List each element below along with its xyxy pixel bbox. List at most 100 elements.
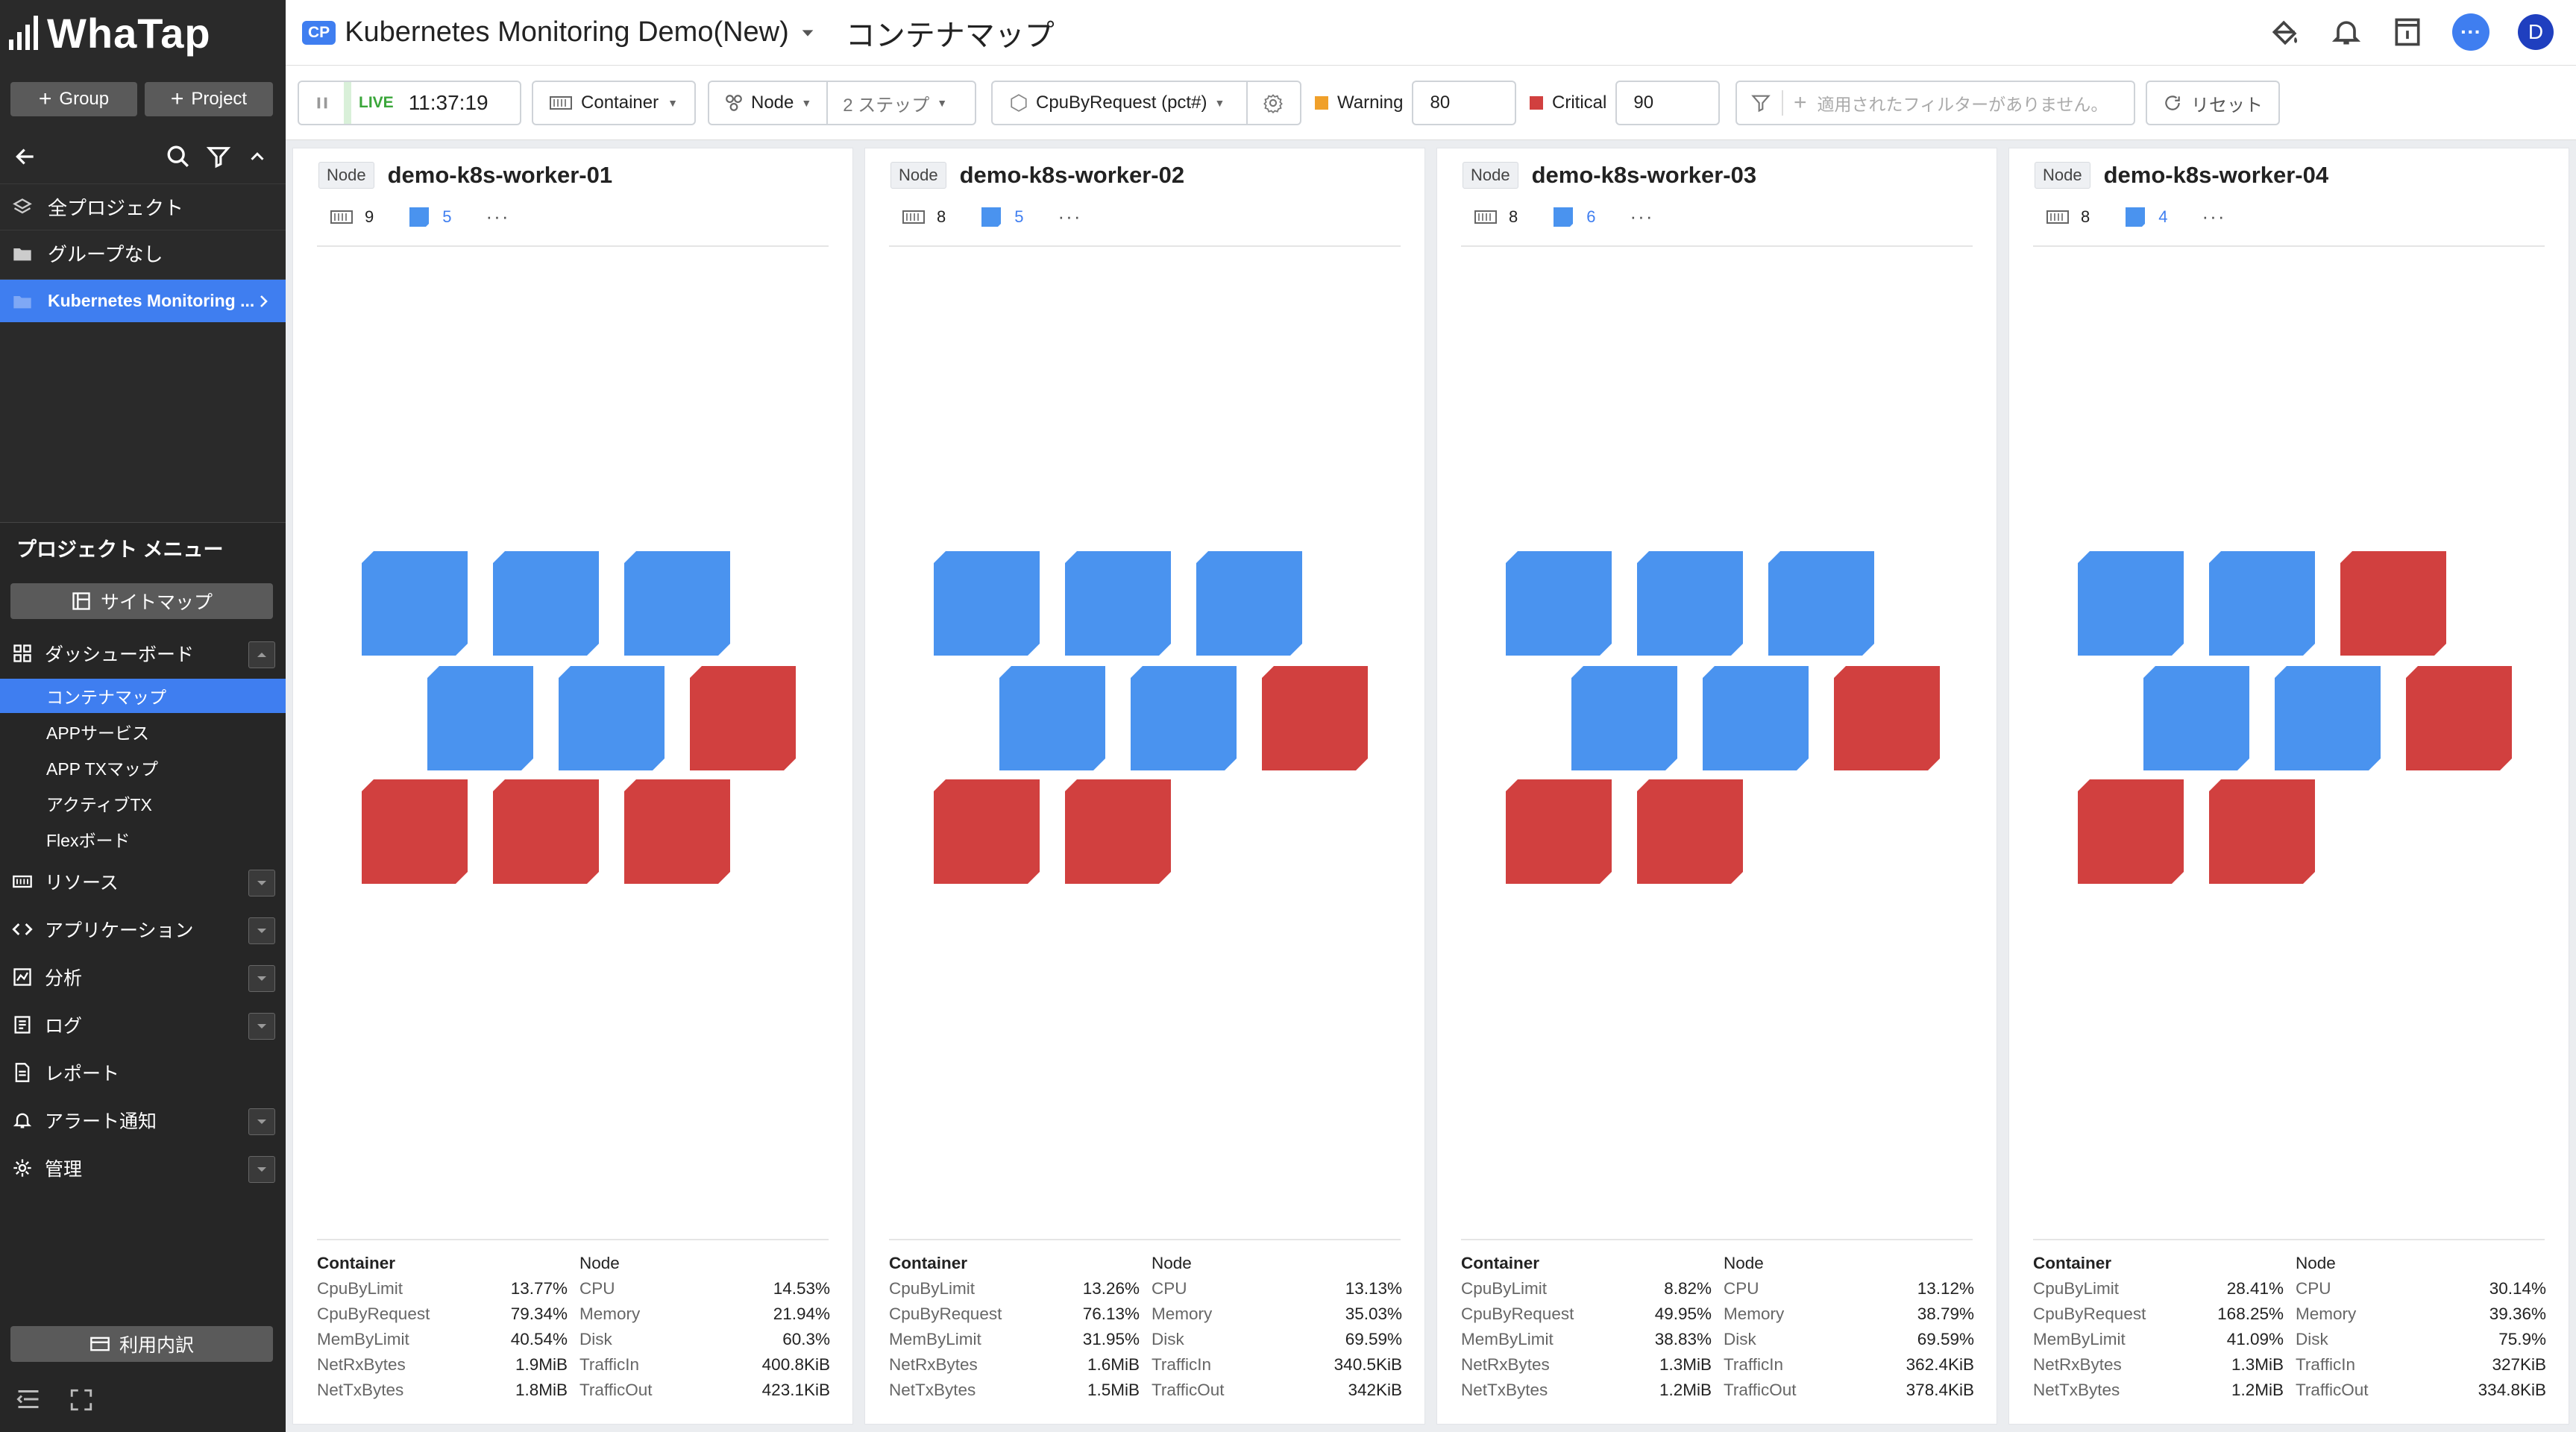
project-item-all[interactable]: 全プロジェクト — [0, 183, 286, 230]
container-cell-normal[interactable] — [1703, 666, 1809, 770]
container-cell-normal[interactable] — [1571, 666, 1677, 770]
container-cell-normal[interactable] — [1637, 551, 1743, 656]
container-cell-normal[interactable] — [1768, 551, 1874, 656]
avatar[interactable]: D — [2518, 14, 2554, 50]
container-cell-critical[interactable] — [934, 779, 1040, 884]
menu-application[interactable]: アプリケーション — [0, 908, 286, 950]
container-cell-critical[interactable] — [1065, 779, 1171, 884]
more-icon[interactable]: ··· — [1058, 205, 1082, 228]
menu-resources[interactable]: リソース — [0, 861, 286, 902]
container-cell-critical[interactable] — [362, 779, 468, 884]
metric-select[interactable]: CpuByRequest (pct#) ▼ — [993, 82, 1246, 124]
chevron-down-icon[interactable] — [248, 1156, 275, 1183]
menu-settings[interactable]: 管理 — [0, 1147, 286, 1189]
container-cell-normal[interactable] — [2143, 666, 2249, 770]
critical-label: Critical — [1552, 92, 1607, 113]
menu-analysis[interactable]: 分析 — [0, 956, 286, 998]
sub-item-app-service[interactable]: APPサービス — [0, 715, 286, 749]
container-cell-normal[interactable] — [2209, 551, 2315, 656]
container-cell-critical[interactable] — [1637, 779, 1743, 884]
container-cell-critical[interactable] — [2209, 779, 2315, 884]
container-cell-critical[interactable] — [1834, 666, 1940, 770]
chevron-down-icon[interactable] — [248, 1108, 275, 1135]
filter-placeholder: 適用されたフィルターがありません。 — [1817, 95, 2108, 114]
sub-item-app-tx-map[interactable]: APP TXマップ — [0, 750, 286, 785]
menu-log[interactable]: ログ — [0, 1004, 286, 1046]
sitemap-button[interactable]: サイトマップ — [10, 583, 273, 619]
chevron-down-icon[interactable] — [248, 1013, 275, 1040]
container-cell-critical[interactable] — [493, 779, 599, 884]
sub-item-flex-board[interactable]: Flexボード — [0, 822, 286, 856]
fullscreen-icon[interactable] — [69, 1387, 94, 1413]
container-cell-normal[interactable] — [493, 551, 599, 656]
menu-report[interactable]: レポート — [0, 1052, 286, 1093]
container-cell-normal[interactable] — [427, 666, 533, 770]
container-cell-critical[interactable] — [2340, 551, 2446, 656]
container-cell-normal[interactable] — [559, 666, 665, 770]
container-cell-normal[interactable] — [2078, 551, 2184, 656]
chevron-down-icon[interactable] — [248, 965, 275, 992]
sub-item-active-tx[interactable]: アクティブTX — [0, 786, 286, 820]
collapse-menu-icon[interactable] — [15, 1386, 42, 1413]
sub-item-container-map[interactable]: コンテナマップ — [0, 679, 286, 713]
chevron-up-icon[interactable] — [248, 641, 275, 668]
chevron-down-icon[interactable] — [248, 917, 275, 944]
container-cell-normal[interactable] — [1506, 551, 1612, 656]
node-name[interactable]: demo-k8s-worker-02 — [960, 162, 1185, 189]
node-select[interactable]: Node ▼ — [709, 82, 826, 124]
container-cell-normal[interactable] — [2275, 666, 2381, 770]
project-selector[interactable]: Kubernetes Monitoring Demo(New) — [345, 16, 789, 48]
menu-alert[interactable]: アラート通知 — [0, 1099, 286, 1141]
caret-down-icon[interactable] — [799, 25, 816, 41]
container-cell-normal[interactable] — [999, 666, 1105, 770]
chevron-up-icon[interactable] — [246, 145, 268, 168]
usage-button[interactable]: 利用内訳 — [10, 1326, 273, 1362]
whatap-logo[interactable]: WhaTap — [9, 6, 211, 60]
gear-icon[interactable] — [1263, 92, 1284, 113]
filter-box[interactable]: + 適用されたフィルターがありません。 — [1735, 81, 2135, 125]
node-name[interactable]: demo-k8s-worker-01 — [388, 162, 613, 189]
node-name[interactable]: demo-k8s-worker-04 — [2104, 162, 2329, 189]
back-arrow-icon[interactable] — [13, 145, 37, 169]
host-icon — [2046, 210, 2069, 224]
container-cell-normal[interactable] — [624, 551, 730, 656]
more-icon[interactable]: ··· — [1630, 205, 1654, 228]
container-cell-normal[interactable] — [362, 551, 468, 656]
pause-icon[interactable] — [314, 93, 330, 113]
menu-dashboard[interactable]: ダッシューボード — [0, 632, 286, 674]
filter-icon[interactable] — [206, 144, 231, 169]
reset-button[interactable]: リセット — [2146, 81, 2280, 125]
node-card[interactable]: Node demo-k8s-worker-03 8 6 ··· Container Node… — [1436, 148, 1997, 1425]
node-card[interactable]: Node demo-k8s-worker-02 8 5 ··· Container Node… — [864, 148, 1425, 1425]
critical-input[interactable]: 90 — [1615, 81, 1721, 125]
node-card[interactable]: Node demo-k8s-worker-01 9 5 ··· Container Node… — [292, 148, 853, 1425]
chevron-down-icon[interactable] — [248, 870, 275, 896]
container-cell-normal[interactable] — [1131, 666, 1237, 770]
toolbar: LIVE 11:37:19 Container ▼ Node ▼ 2 ステップ … — [286, 66, 2576, 140]
view-select[interactable]: Container ▼ — [532, 81, 696, 125]
more-icon[interactable]: ··· — [2202, 205, 2226, 228]
more-icon[interactable]: ··· — [486, 205, 510, 228]
container-cell-critical[interactable] — [624, 779, 730, 884]
node-card[interactable]: Node demo-k8s-worker-04 8 4 ··· Container Node… — [2008, 148, 2569, 1425]
steps-select[interactable]: 2 ステップ ▼ — [828, 82, 962, 124]
container-cell-normal[interactable] — [1196, 551, 1302, 656]
container-cell-normal[interactable] — [934, 551, 1040, 656]
search-icon[interactable] — [166, 144, 191, 169]
add-group-button[interactable]: + Group — [10, 82, 137, 116]
news-icon[interactable] — [2391, 16, 2424, 48]
warning-input[interactable]: 80 — [1412, 81, 1517, 125]
container-cell-critical[interactable] — [1262, 666, 1368, 770]
container-cell-critical[interactable] — [2406, 666, 2512, 770]
paint-bucket-icon[interactable] — [2269, 16, 2302, 48]
container-cell-critical[interactable] — [690, 666, 796, 770]
container-cell-normal[interactable] — [1065, 551, 1171, 656]
chat-icon[interactable]: ··· — [2452, 13, 2489, 51]
container-cell-critical[interactable] — [1506, 779, 1612, 884]
container-cell-critical[interactable] — [2078, 779, 2184, 884]
project-item-no-group[interactable]: グループなし — [0, 230, 286, 276]
project-item-kubernetes[interactable]: Kubernetes Monitoring ... — [0, 279, 286, 322]
bell-icon[interactable] — [2330, 16, 2363, 48]
node-name[interactable]: demo-k8s-worker-03 — [1532, 162, 1757, 189]
add-project-button[interactable]: + Project — [145, 82, 273, 116]
